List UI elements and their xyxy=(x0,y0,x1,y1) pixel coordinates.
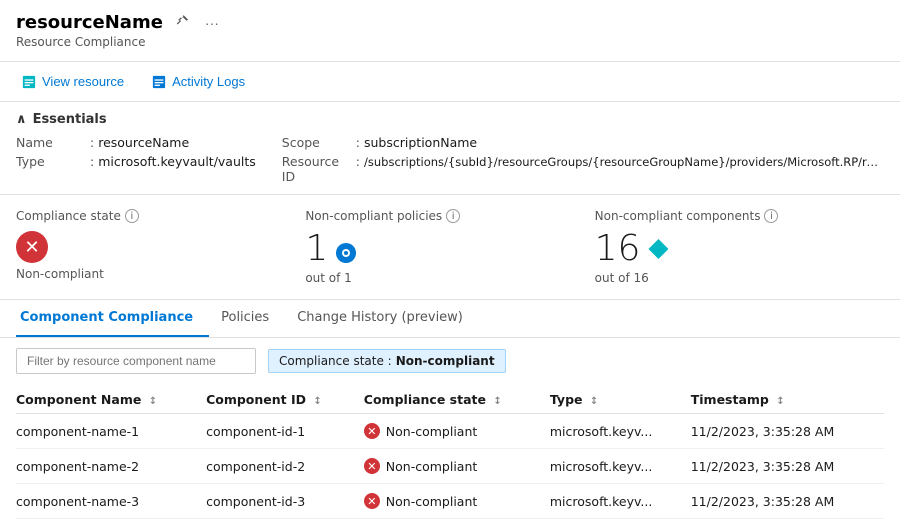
essentials-type-value: microsoft.keyvault/vaults xyxy=(98,154,256,169)
table-row: component-name-3 component-id-3 ✕ Non-co… xyxy=(16,484,884,519)
essentials-name-value: resourceName xyxy=(98,135,189,150)
cell-compliance-state-0: ✕ Non-compliant xyxy=(364,414,550,449)
essentials-chevron[interactable]: ∧ xyxy=(16,112,27,127)
essentials-resource-id-row: Resource ID : /subscriptions/{subId}/res… xyxy=(282,154,884,184)
essentials-type-row: Type : microsoft.keyvault/vaults xyxy=(16,154,282,184)
policies-out-of: out of 1 xyxy=(305,271,574,285)
pin-button[interactable] xyxy=(171,12,193,33)
policies-count: 1 xyxy=(305,231,328,267)
col-timestamp[interactable]: Timestamp ↕ xyxy=(691,384,884,414)
sort-icon-component-name: ↕ xyxy=(149,396,157,407)
essentials-title: Essentials xyxy=(33,112,107,127)
components-card: Non-compliant components i 16 out of 16 xyxy=(595,209,884,285)
policies-info-icon[interactable]: i xyxy=(446,209,460,223)
sort-icon-compliance-state: ↕ xyxy=(493,396,501,407)
essentials-resource-id-value: /subscriptions/{subId}/resourceGroups/{r… xyxy=(364,155,884,169)
col-type[interactable]: Type ↕ xyxy=(550,384,691,414)
cell-component-name-0: component-name-1 xyxy=(16,414,206,449)
view-resource-button[interactable]: View resource xyxy=(16,70,130,93)
compliance-state-label: Non-compliant xyxy=(16,267,285,281)
cell-timestamp-1: 11/2/2023, 3:35:28 AM xyxy=(691,449,884,484)
essentials-type-label: Type xyxy=(16,154,86,169)
tab-policies[interactable]: Policies xyxy=(217,300,285,337)
cell-component-name-2: component-name-3 xyxy=(16,484,206,519)
essentials-section: ∧ Essentials Name : resourceName Scope :… xyxy=(0,102,900,195)
filter-tag-value: Non-compliant xyxy=(396,354,495,368)
essentials-grid: Name : resourceName Scope : subscription… xyxy=(16,135,884,184)
non-compliant-icon-0: ✕ xyxy=(364,423,380,439)
tab-component-compliance[interactable]: Component Compliance xyxy=(16,300,209,337)
compliance-state-info-icon[interactable]: i xyxy=(125,209,139,223)
policies-title: Non-compliant policies xyxy=(305,209,442,223)
components-count: 16 xyxy=(595,231,641,267)
cell-type-1: microsoft.keyv... xyxy=(550,449,691,484)
essentials-name-label: Name xyxy=(16,135,86,150)
table-row: component-name-1 component-id-1 ✕ Non-co… xyxy=(16,414,884,449)
policies-circle-icon xyxy=(336,243,356,263)
page-header: resourceName ··· Resource Compliance xyxy=(0,0,900,62)
essentials-scope-row: Scope : subscriptionName xyxy=(282,135,884,150)
cell-component-id-2: component-id-3 xyxy=(206,484,364,519)
cell-component-id-0: component-id-1 xyxy=(206,414,364,449)
essentials-name-row: Name : resourceName xyxy=(16,135,282,150)
col-component-name[interactable]: Component Name ↕ xyxy=(16,384,206,414)
resource-title: resourceName xyxy=(16,12,163,33)
cell-component-name-1: component-name-2 xyxy=(16,449,206,484)
cell-type-2: microsoft.keyv... xyxy=(550,484,691,519)
non-compliant-icon-2: ✕ xyxy=(364,493,380,509)
view-resource-icon xyxy=(22,75,36,89)
components-table-container: Component Name ↕ Component ID ↕ Complian… xyxy=(0,384,900,519)
cell-component-id-1: component-id-2 xyxy=(206,449,364,484)
policies-card: Non-compliant policies i 1 out of 1 xyxy=(305,209,594,285)
component-filter-input[interactable] xyxy=(16,348,256,374)
cell-type-0: microsoft.keyv... xyxy=(550,414,691,449)
table-header-row: Component Name ↕ Component ID ↕ Complian… xyxy=(16,384,884,414)
sort-icon-timestamp: ↕ xyxy=(776,396,784,407)
more-options-button[interactable]: ··· xyxy=(201,13,223,33)
page-subtitle: Resource Compliance xyxy=(16,35,884,49)
toolbar: View resource Activity Logs xyxy=(0,62,900,102)
filter-bar: Compliance state : Non-compliant xyxy=(0,338,900,384)
essentials-scope-value: subscriptionName xyxy=(364,135,477,150)
sort-icon-type: ↕ xyxy=(590,396,598,407)
compliance-state-card: Compliance state i ✕ Non-compliant xyxy=(16,209,305,285)
components-diamond-icon xyxy=(648,239,668,263)
non-compliant-badge: ✕ xyxy=(16,231,48,263)
cell-timestamp-2: 11/2/2023, 3:35:28 AM xyxy=(691,484,884,519)
compliance-state-filter-tag[interactable]: Compliance state : Non-compliant xyxy=(268,349,506,373)
cell-timestamp-0: 11/2/2023, 3:35:28 AM xyxy=(691,414,884,449)
compliance-state-title: Compliance state xyxy=(16,209,121,223)
compliance-summary: Compliance state i ✕ Non-compliant Non-c… xyxy=(0,195,900,300)
components-info-icon[interactable]: i xyxy=(764,209,778,223)
col-component-id[interactable]: Component ID ↕ xyxy=(206,384,364,414)
essentials-scope-label: Scope xyxy=(282,135,352,150)
cell-compliance-state-2: ✕ Non-compliant xyxy=(364,484,550,519)
filter-tag-label: Compliance state : xyxy=(279,354,392,368)
tab-change-history[interactable]: Change History (preview) xyxy=(293,300,479,337)
components-out-of: out of 16 xyxy=(595,271,864,285)
activity-logs-icon xyxy=(152,75,166,89)
col-compliance-state[interactable]: Compliance state ↕ xyxy=(364,384,550,414)
sort-icon-component-id: ↕ xyxy=(313,396,321,407)
table-row: component-name-2 component-id-2 ✕ Non-co… xyxy=(16,449,884,484)
cell-compliance-state-1: ✕ Non-compliant xyxy=(364,449,550,484)
components-title: Non-compliant components xyxy=(595,209,761,223)
essentials-resource-id-label: Resource ID xyxy=(282,154,352,184)
activity-logs-button[interactable]: Activity Logs xyxy=(146,70,251,93)
components-table: Component Name ↕ Component ID ↕ Complian… xyxy=(16,384,884,519)
tab-bar: Component Compliance Policies Change His… xyxy=(0,300,900,338)
non-compliant-icon-1: ✕ xyxy=(364,458,380,474)
